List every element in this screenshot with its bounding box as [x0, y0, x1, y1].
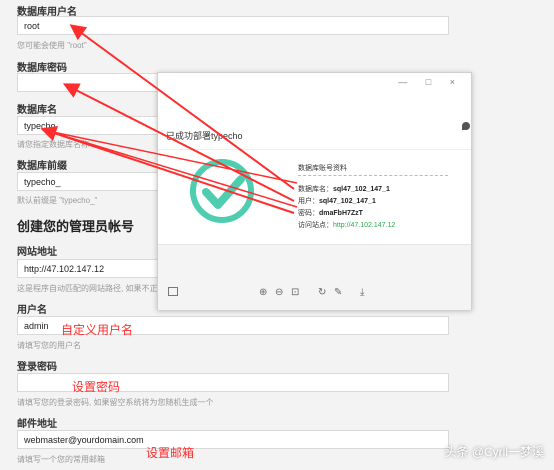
deploy-status-text: 已成功部署typecho: [166, 131, 243, 141]
info-value: sql47_102_147_1: [333, 186, 390, 193]
db-user-hint: 您可能会使用 "root": [17, 41, 87, 50]
site-url-hint: 这是程序自动匹配的网站路径, 如果不正确: [17, 284, 166, 293]
info-row-dbname: 数据库名：sql47_102_147_1: [298, 184, 390, 194]
db-user-input[interactable]: root: [17, 16, 449, 35]
db-info-divider: [298, 175, 448, 176]
db-name-hint: 请您指定数据库名称: [17, 140, 89, 149]
annotation-email: 设置邮箱: [146, 446, 195, 460]
annotation-username: 自定义用户名: [61, 323, 134, 337]
zoom-out-icon[interactable]: ⊖: [275, 287, 283, 298]
password-hint: 请填写您的登录密码, 如果留空系统将为您随机生成一个: [17, 398, 214, 407]
username-hint: 请填写您的用户名: [17, 341, 81, 350]
watermark: 头条 @Cyril一梦溪: [444, 445, 544, 459]
site-link[interactable]: http://47.102.147.12: [333, 222, 395, 229]
annotation-password: 设置密码: [72, 380, 121, 394]
email-label: 邮件地址: [17, 419, 57, 430]
zoom-in-icon[interactable]: ⊕: [259, 287, 267, 298]
db-info-title: 数据库账号资料: [298, 165, 347, 172]
viewer-toolbar: ⊕ ⊖ ⊡ ↻ ✎ ⤓: [158, 244, 471, 310]
db-prefix-label: 数据库前缀: [17, 161, 67, 172]
db-password-label: 数据库密码: [17, 63, 67, 74]
email-hint: 请填写一个您的常用邮箱: [17, 455, 105, 464]
site-url-label: 网站地址: [17, 247, 57, 258]
download-icon[interactable]: ⤓: [360, 287, 364, 298]
info-row-user: 用户：sql47_102_147_1: [298, 196, 376, 206]
password-label: 登录密码: [17, 362, 57, 373]
username-label: 用户名: [17, 305, 47, 316]
info-row-password: 密码：dmaFbH7ZzT: [298, 208, 363, 218]
window-controls[interactable]: — □ ×: [398, 77, 463, 87]
info-value: sql47_102_147_1: [319, 198, 376, 205]
info-label: 数据库名：: [298, 186, 333, 193]
info-label: 访问站点：: [298, 222, 333, 229]
db-prefix-hint: 默认前缀是 "typecho_": [17, 196, 98, 205]
success-check-icon: [190, 159, 254, 223]
admin-section-title: 创建您的管理员帐号: [17, 219, 135, 234]
deploy-success-dialog: — □ × 已成功部署typecho 数据库账号资料 数据库名：sql47_10…: [157, 72, 472, 310]
email-input[interactable]: webmaster@yourdomain.com: [17, 430, 449, 449]
db-name-label: 数据库名: [17, 105, 57, 116]
info-label: 用户：: [298, 198, 319, 205]
sidebar-toggle-icon[interactable]: [168, 287, 178, 296]
edit-icon[interactable]: ✎: [334, 287, 342, 298]
info-row-site: 访问站点：http://47.102.147.12: [298, 220, 395, 230]
chat-bubble-icon: [462, 122, 470, 130]
info-label: 密码：: [298, 210, 319, 217]
dialog-divider: [158, 149, 471, 150]
info-value: dmaFbH7ZzT: [319, 210, 363, 217]
fit-icon[interactable]: ⊡: [291, 287, 299, 298]
rotate-icon[interactable]: ↻: [318, 287, 326, 298]
